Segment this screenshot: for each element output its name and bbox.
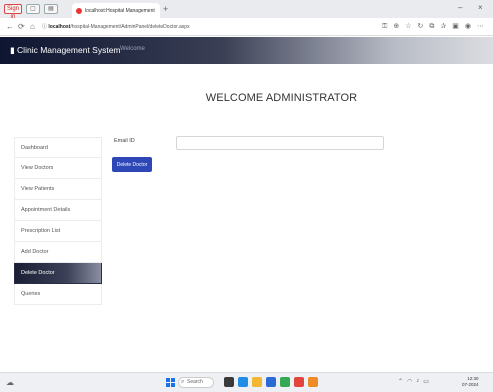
collections-icon[interactable]: ▣	[452, 22, 459, 32]
url-host: localhost	[48, 24, 71, 30]
address-bar-row: ← ⟳ ⌂ ⓘ localhost/hospital-Management/Ad…	[0, 18, 493, 36]
taskbar: ☁ ⌕ Search ⌃ ◠ ♪ ▭ 12:30 07-2024	[0, 372, 493, 392]
system-tray: ⌃ ◠ ♪ ▭	[398, 378, 429, 385]
back-icon[interactable]: ←	[6, 22, 14, 32]
app-red-icon[interactable]	[294, 377, 304, 387]
start-icon[interactable]	[166, 378, 175, 387]
file-explorer-icon[interactable]	[224, 377, 234, 387]
edge-icon[interactable]	[238, 377, 248, 387]
taskbar-search[interactable]: ⌕ Search	[178, 377, 214, 388]
url-path: /hospital-Management/AdminPanel/deleteDo…	[70, 24, 190, 30]
sidebar-item-queries[interactable]: Queries	[14, 284, 102, 305]
extensions-icon[interactable]: ⧉	[429, 22, 434, 32]
app-orange-icon[interactable]	[308, 377, 318, 387]
star-icon[interactable]: ☆	[405, 22, 411, 32]
brand-text: Clinic Management System	[17, 45, 121, 55]
email-label: Email ID	[114, 138, 135, 144]
delete-doctor-button[interactable]: Delete Doctor	[112, 157, 152, 172]
menu-icon[interactable]: ⋯	[477, 22, 484, 32]
brand-title[interactable]: ▮ Clinic Management System	[10, 45, 121, 56]
zoom-icon[interactable]: ⊕	[393, 22, 399, 32]
search-icon: ⌕	[181, 379, 185, 385]
sidebar-item-dashboard[interactable]: Dashboard	[14, 137, 102, 158]
sidebar-item-prescription-list[interactable]: Prescription List	[14, 221, 102, 242]
chevron-up-icon[interactable]: ⌃	[398, 378, 403, 385]
clock-date: 07-2024	[462, 382, 479, 387]
tab-title: localhost:Hospital Management · ×	[85, 7, 156, 14]
window-buttons: Sign in ▢ ▤	[4, 4, 58, 20]
app-header: ▮ Clinic Management System Welcome	[0, 37, 493, 64]
profile-icon[interactable]: ◉	[465, 22, 471, 32]
url-field[interactable]: ⓘ localhost/hospital-Management/AdminPan…	[42, 22, 372, 33]
sidebar-item-add-doctor[interactable]: Add Doctor	[14, 242, 102, 263]
clock[interactable]: 12:30 07-2024	[462, 376, 479, 388]
key-icon[interactable]: ⚿	[382, 22, 387, 32]
folder-icon[interactable]	[252, 377, 262, 387]
sidebar-item-view-doctors[interactable]: View Doctors	[14, 158, 102, 179]
chrome-icon[interactable]	[280, 377, 290, 387]
favorites-icon[interactable]: ✰	[440, 22, 446, 32]
sidebar-item-view-patients[interactable]: View Patients	[14, 179, 102, 200]
reload-icon[interactable]: ↻	[417, 22, 423, 32]
new-tab-button[interactable]: +	[163, 4, 168, 14]
profile-button[interactable]: Sign in	[4, 4, 22, 20]
page-title: WELCOME ADMINISTRATOR	[205, 92, 358, 104]
close-button[interactable]: ×	[478, 3, 483, 12]
minimize-button[interactable]: –	[458, 3, 462, 12]
network-icon[interactable]: ◠	[407, 378, 412, 385]
store-icon[interactable]	[266, 377, 276, 387]
browser-tab-strip: Sign in ▢ ▤ localhost:Hospital Managemen…	[0, 0, 493, 20]
browser-tab[interactable]: localhost:Hospital Management · ×	[72, 3, 160, 18]
reload-page-icon[interactable]: ⟳	[18, 22, 25, 32]
workspaces-icon[interactable]: ▢	[26, 4, 40, 14]
header-subtitle: Welcome	[120, 46, 145, 52]
tab-actions-icon[interactable]: ▤	[44, 4, 58, 14]
sidebar-item-appointment-details[interactable]: Appointment Details	[14, 200, 102, 221]
home-icon[interactable]: ⌂	[30, 22, 35, 32]
weather-icon[interactable]: ☁	[6, 378, 14, 387]
email-field[interactable]	[176, 136, 384, 150]
taskbar-apps	[224, 377, 318, 387]
battery-icon[interactable]: ▭	[423, 378, 429, 385]
search-label: Search	[187, 379, 203, 385]
browser-toolbar: ⚿ ⊕ ☆ ↻ ⧉ ✰ ▣ ◉ ⋯	[382, 22, 484, 32]
sidebar-item-delete-doctor[interactable]: Delete Doctor	[14, 263, 102, 284]
sidebar: Dashboard View Doctors View Patients App…	[14, 137, 102, 305]
favicon-icon	[76, 7, 82, 14]
volume-icon[interactable]: ♪	[416, 378, 419, 385]
